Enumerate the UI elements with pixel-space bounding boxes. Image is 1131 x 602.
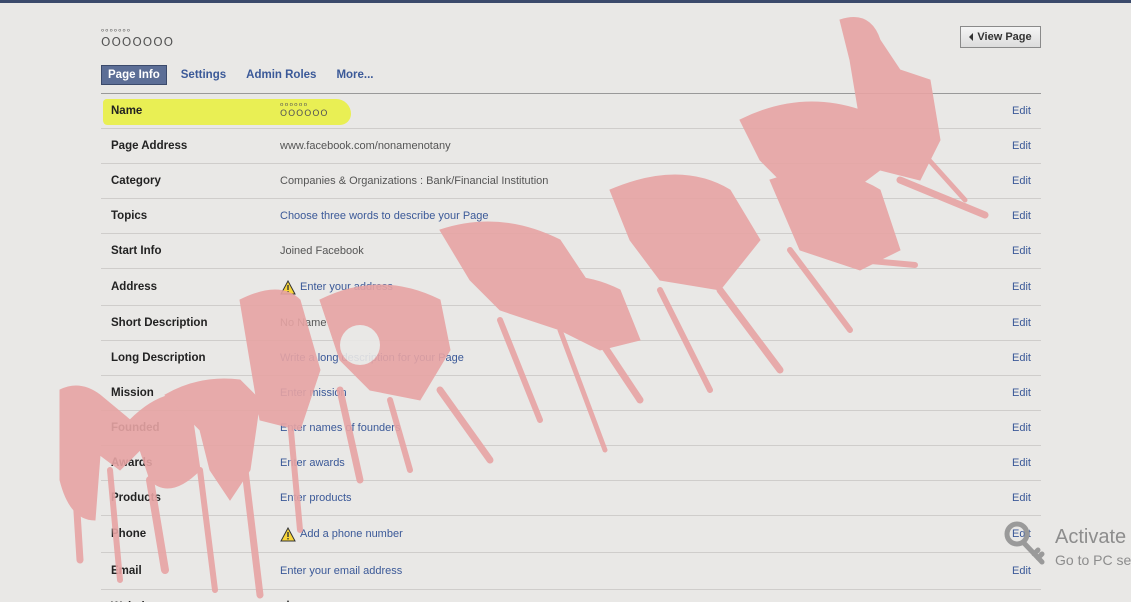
table-row: Long Description Write a long description… [101,341,1041,376]
table-row: Founded Enter names of founders Edit [101,411,1041,446]
table-row: Category Companies & Organizations : Bank… [101,164,1041,199]
row-label: Long Description [111,352,206,364]
edit-link[interactable]: Edit [1012,528,1031,540]
row-label: Category [111,175,161,187]
edit-link[interactable]: Edit [1012,105,1031,117]
row-value-text: Enter mission [280,387,347,399]
row-value[interactable]: Enter mission [280,387,347,399]
row-value: Companies & Organizations : Bank/Financi… [280,175,548,187]
view-page-label: View Page [977,31,1032,43]
row-value-text: Choose three words to describe your Page [280,210,489,222]
row-label: Email [111,565,142,577]
table-row: Email Enter your email address Edit [101,553,1041,590]
edit-link[interactable]: Edit [1012,245,1031,257]
row-value: www.facebook.com/nonamenotany [280,140,451,152]
row-label: Awards [111,457,153,469]
table-row: Page Address www.facebook.com/nonamenotan… [101,129,1041,164]
table-row: Name ᵒᵒᵒᵒᵒᵒ OOOOOO Edit [101,94,1041,129]
row-value-text: Enter your email address [280,565,403,577]
edit-link[interactable]: Edit [1012,317,1031,329]
table-row: Topics Choose three words to describe you… [101,199,1041,234]
row-label: Products [111,492,161,504]
activation-title: Activate [1055,526,1127,548]
row-label: Topics [111,210,148,222]
row-value-text: Enter awards [280,457,345,469]
edit-link[interactable]: Edit [1012,175,1031,187]
row-value-text: ᵒᵒᵒᵒᵒᵒ OOOOOO [280,102,329,119]
table-row: Mission Enter mission Edit [101,376,1041,411]
row-label: Name [111,105,143,117]
row-label: Page Address [111,140,188,152]
row-value-text: Enter your address [300,281,393,293]
edit-link[interactable]: Edit [1012,492,1031,504]
edit-link[interactable]: Edit [1012,457,1031,469]
edit-link[interactable]: Edit [1012,140,1031,152]
page-tabs: Page Info Settings Admin Roles More... [101,65,380,85]
table-row: Awards Enter awards Edit [101,446,1041,481]
row-value: Joined Facebook [280,245,364,257]
tab-page-info[interactable]: Page Info [101,65,167,85]
row-label: Mission [111,387,154,399]
row-value-text: No Name [280,317,327,329]
row-value-text: Add a phone number [300,528,403,540]
row-value-text: Companies & Organizations : Bank/Financi… [280,175,549,187]
tab-admin-roles[interactable]: Admin Roles [240,66,322,84]
tab-more[interactable]: More... [330,66,379,84]
table-row: Short Description No Name Edit [101,306,1041,341]
page-name-line-2: OOOOOOO [101,35,175,49]
view-page-button[interactable]: View Page [960,26,1041,48]
row-value-text: Joined Facebook [280,245,364,257]
row-value-text: Enter names of founders [280,422,401,434]
page-name: ᵒᵒᵒᵒᵒᵒᵒ OOOOOOO [101,28,175,49]
table-row: Products Enter products Edit [101,481,1041,516]
warning-icon [280,526,296,541]
edit-link[interactable]: Edit [1012,210,1031,222]
edit-link[interactable]: Edit [1012,387,1031,399]
caret-left-icon [969,33,974,41]
row-value-text: Write a long description for your Page [280,352,464,364]
row-label: Address [111,281,158,293]
row-value[interactable]: Enter products [280,492,352,504]
table-row: Phone Add a phone number Edit [101,516,1041,553]
page-info-table: Name ᵒᵒᵒᵒᵒᵒ OOOOOO Edit Page Address www.fac… [101,94,1041,602]
row-value[interactable]: Write a long description for your Page [280,352,464,364]
row-value-text: www.facebook.com/nonamenotany [280,140,451,152]
edit-link[interactable]: Edit [1012,352,1031,364]
top-bar [0,0,1131,3]
row-label: Start Info [111,245,162,257]
table-row: Start Info Joined Facebook Edit [101,234,1041,269]
tab-settings[interactable]: Settings [175,66,232,84]
table-row: WebsiteEdit [101,590,1041,602]
row-value: ᵒᵒᵒᵒᵒᵒ OOOOOO [280,102,329,119]
activation-subtitle: Go to PC se [1055,552,1131,568]
row-label: Short Description [111,317,208,329]
row-value[interactable]: Enter your email address [280,565,402,577]
row-value[interactable]: Enter names of founders [280,422,400,434]
row-value[interactable]: Add a phone number [280,526,403,542]
edit-link[interactable]: Edit [1012,281,1031,293]
row-value-text: Enter products [280,492,352,504]
row-value[interactable]: Enter your address [280,279,393,295]
row-value[interactable]: Enter awards [280,457,345,469]
table-row: Address Enter your address Edit [101,269,1041,306]
warning-icon [280,279,296,294]
edit-link[interactable]: Edit [1012,565,1031,577]
row-label: Phone [111,528,147,540]
edit-link[interactable]: Edit [1012,422,1031,434]
row-value[interactable]: Choose three words to describe your Page [280,210,489,222]
row-value: No Name [280,317,326,329]
row-label: Founded [111,422,160,434]
